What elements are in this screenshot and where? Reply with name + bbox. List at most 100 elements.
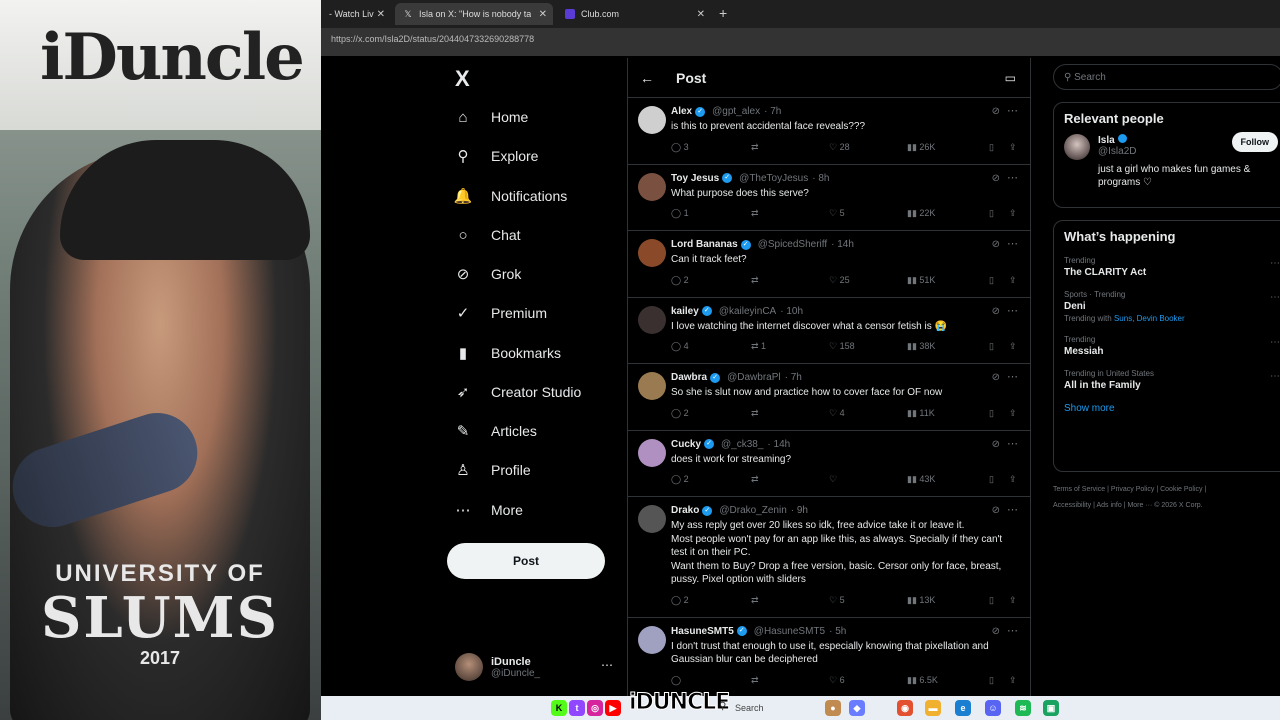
tab-isla-post[interactable]: 𝕏 Isla on X: "How is nobody talkin ✕ — [395, 3, 553, 25]
reply-item[interactable]: Dawbra ✓ @DawbraPl · 7h ⊘ ⋯ So she is slut now… — [628, 364, 1030, 431]
like-button[interactable]: ♡ 5 — [829, 208, 845, 219]
share-icon[interactable]: ⇪ — [1009, 208, 1017, 219]
avatar[interactable] — [638, 172, 666, 201]
share-icon[interactable]: ⇪ — [1009, 275, 1017, 286]
like-button[interactable]: ♡ 28 — [829, 142, 850, 153]
share-icon[interactable]: ⇪ — [1009, 474, 1017, 485]
avatar[interactable] — [638, 106, 666, 134]
close-icon[interactable]: ✕ — [539, 9, 547, 20]
bookmark-icon[interactable]: ▯ — [989, 142, 994, 153]
sidebar-item-more[interactable]: ⋯ More — [453, 495, 523, 525]
share-icon[interactable]: ⇪ — [1009, 341, 1017, 352]
bookmark-icon[interactable]: ▯ — [989, 208, 994, 219]
views-button[interactable]: ▮▮ 6.5K — [907, 675, 938, 686]
repost-button[interactable]: ⇄ 1 — [751, 341, 766, 352]
show-more-link[interactable]: Show more — [1054, 399, 1280, 424]
avatar[interactable] — [638, 372, 666, 400]
sidebar-item-home[interactable]: ⌂ Home — [453, 102, 528, 132]
reply-time[interactable]: · 5h — [829, 626, 846, 637]
views-button[interactable]: ▮▮ 26K — [907, 142, 935, 153]
share-icon[interactable]: ⇪ — [1009, 595, 1017, 606]
reply-handle[interactable]: @gpt_alex — [712, 106, 760, 117]
bookmark-icon[interactable]: ▯ — [989, 275, 994, 286]
sidebar-item-creator-studio[interactable]: ➶ Creator Studio — [453, 377, 582, 407]
trend-item[interactable]: Trending Messiah ⋯ — [1054, 331, 1280, 365]
reply-button[interactable]: ◯ 3 — [671, 142, 689, 153]
grok-icon[interactable]: ⊘ — [992, 239, 1000, 250]
reply-item[interactable]: Toy Jesus ✓ @TheToyJesus · 8h ⊘ ⋯ What purpose… — [628, 165, 1030, 231]
reply-author[interactable]: Toy Jesus — [671, 173, 719, 184]
account-switcher[interactable]: iDuncle @iDuncle_ ⋯ — [455, 652, 613, 682]
views-button[interactable]: ▮▮ 43K — [907, 474, 935, 485]
bookmark-icon[interactable]: ▯ — [989, 474, 994, 485]
sidebar-item-explore[interactable]: ⚲ Explore — [453, 141, 539, 171]
repost-button[interactable]: ⇄ — [751, 208, 759, 219]
reply-button[interactable]: ◯ 2 — [671, 408, 689, 419]
search-input[interactable]: ⚲ Search — [1053, 64, 1280, 90]
sidebar-item-grok[interactable]: ⊘ Grok — [453, 259, 522, 289]
more-dots-icon[interactable]: ⋯ — [1007, 304, 1018, 317]
views-button[interactable]: ▮▮ 38K — [907, 341, 935, 352]
reply-item[interactable]: Lord Bananas ✓ @SpicedSheriff · 14h ⊘ ⋯ Can it… — [628, 231, 1030, 298]
copilot-icon[interactable]: ◆ — [849, 700, 865, 716]
obs-icon[interactable]: ▣ — [1043, 700, 1059, 716]
sidebar-item-premium[interactable]: ✓ Premium — [453, 298, 547, 328]
reply-item[interactable]: Cucky ✓ @_ck38_ · 14h ⊘ ⋯ does it work for str… — [628, 431, 1030, 497]
share-icon[interactable]: ⇪ — [1009, 142, 1017, 153]
trend-item[interactable]: Trending in United States All in the Fami… — [1054, 365, 1280, 399]
spotify-icon[interactable]: ≋ — [1015, 700, 1031, 716]
grok-icon[interactable]: ⊘ — [992, 372, 1000, 383]
repost-button[interactable]: ⇄ — [751, 275, 759, 286]
app-icon[interactable]: ● — [825, 700, 841, 716]
more-dots-icon[interactable]: ⋯ — [1270, 258, 1280, 269]
trend-sub-link[interactable]: Suns, Devin Booker — [1114, 314, 1185, 323]
reply-button[interactable]: ◯ 2 — [671, 595, 689, 606]
tab-watch-live[interactable]: - Watch Liv ✕ — [321, 3, 391, 25]
edge-icon[interactable]: e — [955, 700, 971, 716]
reply-item[interactable]: Alex ✓ @gpt_alex · 7h ⊘ ⋯ is this to prevent a… — [628, 98, 1030, 165]
taskbar-search[interactable]: ⚲ Search — [717, 699, 817, 717]
reply-item[interactable]: Drako ✓ @Drako_Zenin · 9h ⊘ ⋯ My ass reply get… — [628, 497, 1030, 618]
discord-icon[interactable]: ☺ — [985, 700, 1001, 716]
footer-line1[interactable]: Terms of Service | Privacy Policy | Cook… — [1053, 482, 1280, 498]
grok-icon[interactable]: ⊘ — [992, 106, 1000, 117]
avatar[interactable] — [1064, 134, 1090, 160]
grok-icon[interactable]: ⊘ — [992, 173, 1000, 184]
url-text[interactable]: https://x.com/Isla2D/status/204404733269… — [321, 34, 534, 44]
youtube-icon[interactable]: ▶ — [605, 700, 621, 716]
reply-time[interactable]: · 7h — [785, 372, 802, 383]
sidebar-item-profile[interactable]: ♙ Profile — [453, 455, 530, 485]
post-button[interactable]: Post — [447, 543, 605, 579]
reply-time[interactable]: · 14h — [767, 439, 790, 450]
bookmark-icon[interactable]: ▯ — [989, 675, 994, 686]
repost-button[interactable]: ⇄ — [751, 142, 759, 153]
share-icon[interactable]: ⇪ — [1009, 675, 1017, 686]
avatar[interactable] — [638, 239, 666, 267]
sidebar-item-articles[interactable]: ✎ Articles — [453, 416, 537, 446]
reader-icon[interactable]: ▭ — [1005, 71, 1016, 85]
reply-author[interactable]: Lord Bananas — [671, 239, 738, 250]
like-button[interactable]: ♡ — [829, 474, 837, 485]
reply-item[interactable]: kailey ✓ @kaileyinCA · 10h ⊘ ⋯ I love watching… — [628, 298, 1030, 364]
close-icon[interactable]: ✕ — [697, 9, 705, 20]
grok-icon[interactable]: ⊘ — [992, 439, 1000, 450]
more-dots-icon[interactable]: ⋯ — [1007, 437, 1018, 450]
sidebar-item-bookmarks[interactable]: ▮ Bookmarks — [453, 338, 561, 368]
reply-handle[interactable]: @_ck38_ — [721, 439, 763, 450]
chrome-icon[interactable]: ◉ — [897, 700, 913, 716]
reply-handle[interactable]: @DawbraPl — [727, 372, 781, 383]
reply-button[interactable]: ◯ — [671, 675, 681, 686]
reply-time[interactable]: · 7h — [764, 106, 781, 117]
views-button[interactable]: ▮▮ 51K — [907, 275, 935, 286]
avatar[interactable] — [638, 438, 666, 467]
reply-author[interactable]: Cucky — [671, 439, 701, 450]
avatar[interactable] — [638, 505, 666, 533]
reply-item[interactable]: HasuneSMT5 ✓ @HasuneSMT5 · 5h ⊘ ⋯ I don't trus… — [628, 618, 1030, 698]
repost-button[interactable]: ⇄ — [751, 675, 759, 686]
grok-icon[interactable]: ⊘ — [992, 626, 1000, 637]
more-dots-icon[interactable]: ⋯ — [1007, 104, 1018, 117]
sidebar-item-chat[interactable]: ○ Chat — [453, 220, 520, 250]
bookmark-icon[interactable]: ▯ — [989, 408, 994, 419]
avatar[interactable] — [638, 625, 666, 654]
reply-button[interactable]: ◯ 2 — [671, 474, 689, 485]
